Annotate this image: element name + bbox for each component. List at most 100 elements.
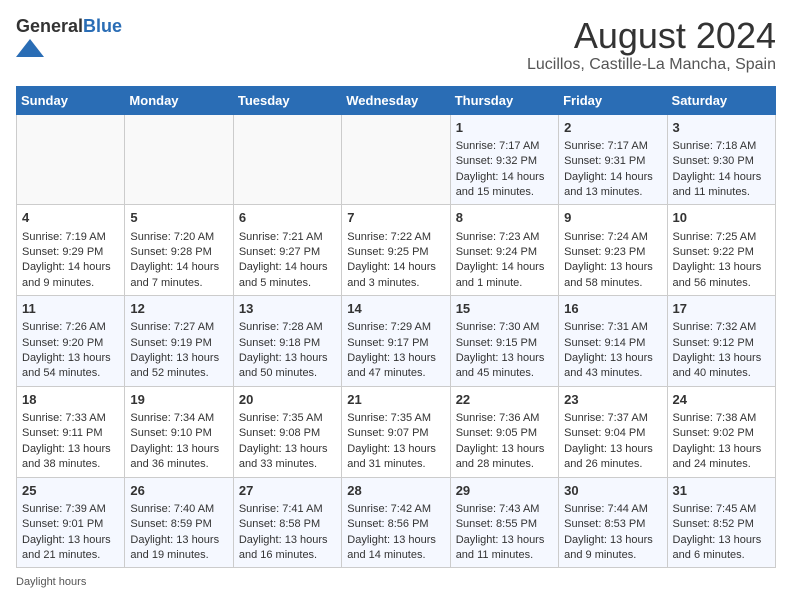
day-info: Sunset: 8:55 PM	[456, 517, 553, 532]
day-info: Sunrise: 7:32 AM	[673, 320, 770, 335]
cell-3-2: 12Sunrise: 7:27 AMSunset: 9:19 PMDayligh…	[125, 296, 233, 387]
cell-4-6: 23Sunrise: 7:37 AMSunset: 9:04 PMDayligh…	[559, 386, 667, 477]
cell-1-2	[125, 114, 233, 205]
day-info: Daylight: 13 hours and 36 minutes.	[130, 442, 227, 473]
cell-5-4: 28Sunrise: 7:42 AMSunset: 8:56 PMDayligh…	[342, 477, 450, 568]
day-number: 31	[673, 482, 770, 500]
day-info: Daylight: 14 hours and 11 minutes.	[673, 170, 770, 201]
day-number: 14	[347, 300, 444, 318]
day-info: Sunset: 8:56 PM	[347, 517, 444, 532]
day-info: Daylight: 14 hours and 3 minutes.	[347, 260, 444, 291]
day-number: 26	[130, 482, 227, 500]
day-number: 10	[673, 209, 770, 227]
day-info: Sunset: 9:07 PM	[347, 426, 444, 441]
day-number: 22	[456, 391, 553, 409]
day-info: Daylight: 13 hours and 24 minutes.	[673, 442, 770, 473]
day-number: 23	[564, 391, 661, 409]
day-number: 19	[130, 391, 227, 409]
col-wednesday: Wednesday	[342, 86, 450, 114]
day-info: Daylight: 14 hours and 13 minutes.	[564, 170, 661, 201]
week-row-2: 4Sunrise: 7:19 AMSunset: 9:29 PMDaylight…	[17, 205, 776, 296]
day-number: 12	[130, 300, 227, 318]
cell-1-1	[17, 114, 125, 205]
day-number: 5	[130, 209, 227, 227]
day-info: Sunrise: 7:40 AM	[130, 502, 227, 517]
day-info: Sunrise: 7:26 AM	[22, 320, 119, 335]
day-info: Sunset: 9:17 PM	[347, 336, 444, 351]
day-info: Sunset: 9:01 PM	[22, 517, 119, 532]
day-info: Sunrise: 7:35 AM	[347, 411, 444, 426]
day-info: Daylight: 13 hours and 31 minutes.	[347, 442, 444, 473]
day-info: Sunrise: 7:44 AM	[564, 502, 661, 517]
day-info: Sunrise: 7:24 AM	[564, 230, 661, 245]
cell-5-1: 25Sunrise: 7:39 AMSunset: 9:01 PMDayligh…	[17, 477, 125, 568]
day-number: 2	[564, 119, 661, 137]
day-info: Daylight: 13 hours and 50 minutes.	[239, 351, 336, 382]
cell-2-3: 6Sunrise: 7:21 AMSunset: 9:27 PMDaylight…	[233, 205, 341, 296]
day-number: 16	[564, 300, 661, 318]
day-info: Daylight: 13 hours and 6 minutes.	[673, 533, 770, 564]
day-info: Daylight: 13 hours and 47 minutes.	[347, 351, 444, 382]
week-row-3: 11 Sunrise: 7:26 AMSunset: 9:20 PM Dayligh…	[17, 296, 776, 387]
day-info: Sunrise: 7:25 AM	[673, 230, 770, 245]
daylight-legend: Daylight hours	[16, 576, 86, 588]
cell-3-5: 15Sunrise: 7:30 AMSunset: 9:15 PMDayligh…	[450, 296, 558, 387]
day-info: Sunset: 9:11 PM	[22, 426, 119, 441]
day-info: Sunset: 9:19 PM	[130, 336, 227, 351]
cell-1-4	[342, 114, 450, 205]
day-info: Daylight: 13 hours and 45 minutes.	[456, 351, 553, 382]
day-number: 8	[456, 209, 553, 227]
cell-2-1: 4Sunrise: 7:19 AMSunset: 9:29 PMDaylight…	[17, 205, 125, 296]
day-info: Sunset: 9:31 PM	[564, 154, 661, 169]
col-tuesday: Tuesday	[233, 86, 341, 114]
col-thursday: Thursday	[450, 86, 558, 114]
day-number: 15	[456, 300, 553, 318]
day-info: Sunrise: 7:33 AM	[22, 411, 119, 426]
day-info: Sunrise: 7:23 AM	[456, 230, 553, 245]
subtitle: Lucillos, Castille-La Mancha, Spain	[527, 56, 776, 74]
day-info: Sunset: 9:27 PM	[239, 245, 336, 260]
day-number: 24	[673, 391, 770, 409]
cell-4-2: 19 Sunrise: 7:34 AMSunset: 9:10 PMDayligh…	[125, 386, 233, 477]
day-info: Daylight: 13 hours and 26 minutes.	[564, 442, 661, 473]
day-info: Sunrise: 7:35 AM	[239, 411, 336, 426]
day-number: 3	[673, 119, 770, 137]
day-info: Daylight: 14 hours and 15 minutes.	[456, 170, 553, 201]
day-info: Daylight: 13 hours and 19 minutes.	[130, 533, 227, 564]
day-info: Daylight: 14 hours and 7 minutes.	[130, 260, 227, 291]
cell-3-4: 14Sunrise: 7:29 AMSunset: 9:17 PMDayligh…	[342, 296, 450, 387]
day-info: Daylight: 13 hours and 38 minutes.	[22, 442, 119, 473]
day-info: Sunset: 9:10 PM	[130, 426, 227, 441]
day-info: Sunset: 8:53 PM	[564, 517, 661, 532]
cell-1-3	[233, 114, 341, 205]
day-number: 7	[347, 209, 444, 227]
day-info: Sunset: 9:20 PM	[22, 336, 119, 351]
day-info: Sunset: 9:28 PM	[130, 245, 227, 260]
day-info: Daylight: 14 hours and 9 minutes.	[22, 260, 119, 291]
day-info: Daylight: 13 hours and 14 minutes.	[347, 533, 444, 564]
footer-note: Daylight hours	[16, 576, 776, 588]
day-number: 29	[456, 482, 553, 500]
day-number: 1	[456, 119, 553, 137]
cell-3-1: 11Sunrise: 7:26 AMSunset: 9:20 PMDayligh…	[17, 296, 125, 387]
day-info: Sunrise: 7:28 AM	[239, 320, 336, 335]
day-info: Daylight: 13 hours and 43 minutes.	[564, 351, 661, 382]
day-info: Daylight: 13 hours and 21 minutes.	[22, 533, 119, 564]
day-info: Sunrise: 7:45 AM	[673, 502, 770, 517]
calendar-table: Sunday Monday Tuesday Wednesday Thursday…	[16, 86, 776, 569]
day-info: Sunrise: 7:38 AM	[673, 411, 770, 426]
day-info: Sunset: 9:23 PM	[564, 245, 661, 260]
cell-5-7: 31Sunrise: 7:45 AMSunset: 8:52 PMDayligh…	[667, 477, 775, 568]
day-info: Daylight: 14 hours and 5 minutes.	[239, 260, 336, 291]
day-number: 27	[239, 482, 336, 500]
day-info: Sunrise: 7:34 AM	[130, 411, 227, 426]
day-info: Sunrise: 7:39 AM	[22, 502, 119, 517]
day-number: 6	[239, 209, 336, 227]
cell-2-7: 10Sunrise: 7:25 AMSunset: 9:22 PMDayligh…	[667, 205, 775, 296]
day-info: Daylight: 13 hours and 33 minutes.	[239, 442, 336, 473]
day-number: 11	[22, 300, 119, 318]
day-info: Daylight: 13 hours and 40 minutes.	[673, 351, 770, 382]
day-info: Daylight: 13 hours and 28 minutes.	[456, 442, 553, 473]
logo: GeneralBlue	[16, 16, 122, 57]
cell-4-7: 24Sunrise: 7:38 AMSunset: 9:02 PMDayligh…	[667, 386, 775, 477]
